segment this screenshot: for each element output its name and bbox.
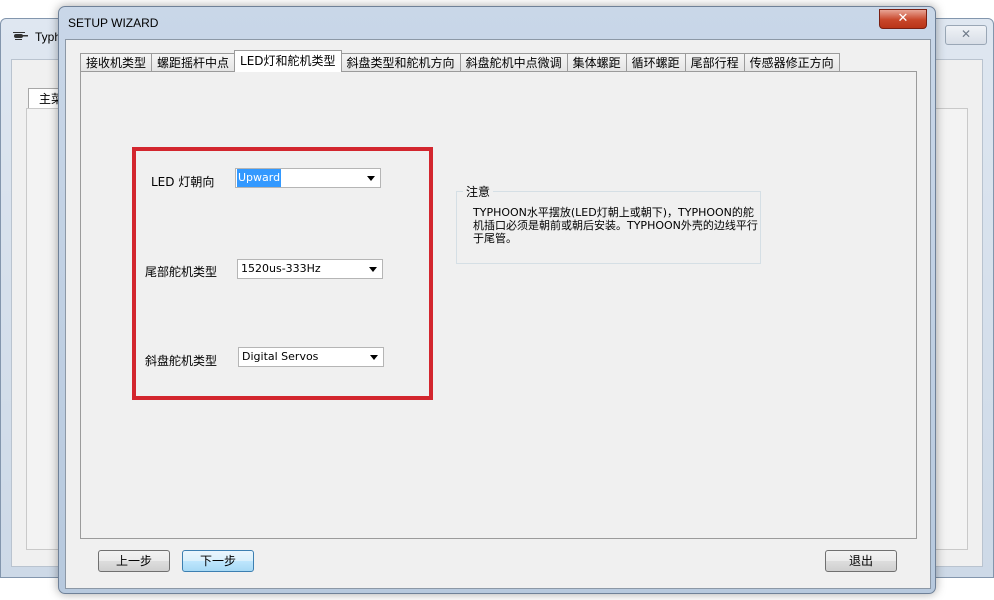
swash-servo-type-label: 斜盘舵机类型 — [145, 354, 218, 368]
led-orientation-select[interactable]: Upward — [235, 168, 381, 188]
tab-strip: 接收机类型 螺距摇杆中点 LED灯和舵机类型 斜盘类型和舵机方向 斜盘舵机中点微… — [80, 50, 840, 72]
tab-swash-type-and-servo-direction[interactable]: 斜盘类型和舵机方向 — [340, 53, 461, 72]
tab-cyclic-pitch[interactable]: 循环螺距 — [625, 53, 686, 72]
chevron-down-icon — [370, 355, 378, 360]
chevron-down-icon — [367, 176, 375, 181]
note-title: 注意 — [463, 183, 494, 200]
tail-servo-type-label: 尾部舵机类型 — [145, 265, 218, 279]
chevron-down-icon — [369, 267, 377, 272]
led-orientation-value: Upward — [237, 169, 282, 187]
tab-collective-pitch[interactable]: 集体螺距 — [566, 53, 627, 72]
tail-servo-type-value: 1520us-333Hz — [241, 262, 321, 275]
screen: Typh ✕ 主菜 SETUP WIZARD ✕ 接收机类型 螺距摇杆中点 LE… — [0, 0, 994, 600]
close-icon: ✕ — [960, 27, 972, 41]
background-close-button[interactable]: ✕ — [945, 25, 987, 45]
tab-pitch-stick-center[interactable]: 螺距摇杆中点 — [151, 53, 236, 72]
helicopter-icon — [13, 32, 28, 40]
swash-servo-type-value: Digital Servos — [242, 350, 319, 363]
note-text: TYPHOON水平摆放(LED灯朝上或朝下)，TYPHOON的舵机插口必须是朝前… — [473, 206, 758, 245]
tail-servo-type-select[interactable]: 1520us-333Hz — [237, 259, 383, 279]
tab-tail-travel[interactable]: 尾部行程 — [684, 53, 745, 72]
close-icon: ✕ — [897, 11, 909, 26]
tab-sensor-direction[interactable]: 传感器修正方向 — [743, 53, 840, 72]
exit-button[interactable]: 退出 — [825, 550, 897, 572]
dialog-client-area: 接收机类型 螺距摇杆中点 LED灯和舵机类型 斜盘类型和舵机方向 斜盘舵机中点微… — [65, 39, 931, 589]
previous-step-button[interactable]: 上一步 — [98, 550, 170, 572]
dialog-close-button[interactable]: ✕ — [879, 9, 927, 29]
tab-receiver-type[interactable]: 接收机类型 — [80, 53, 153, 72]
tab-led-and-servo-type[interactable]: LED灯和舵机类型 — [234, 50, 342, 72]
swash-servo-type-select[interactable]: Digital Servos — [238, 347, 384, 367]
next-step-button[interactable]: 下一步 — [182, 550, 254, 572]
tab-panel: LED 灯朝向 Upward 尾部舵机类型 1520us-333Hz 斜盘舵机类… — [80, 71, 917, 539]
setup-wizard-dialog: SETUP WIZARD ✕ 接收机类型 螺距摇杆中点 LED灯和舵机类型 斜盘… — [58, 6, 936, 594]
led-orientation-label: LED 灯朝向 — [151, 175, 215, 189]
tab-swash-servo-center-trim[interactable]: 斜盘舵机中点微调 — [459, 53, 568, 72]
dialog-title: SETUP WIZARD — [68, 16, 159, 30]
